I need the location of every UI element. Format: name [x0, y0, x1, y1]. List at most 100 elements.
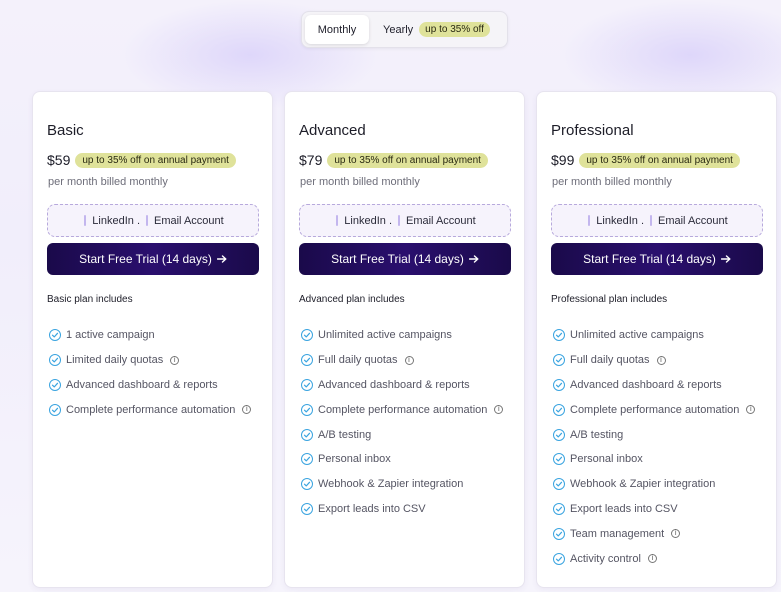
cta-label: Start Free Trial (14 days) [79, 252, 212, 266]
check-circle-icon [553, 527, 565, 540]
annual-discount-badge: up to 35% off on annual payment [579, 152, 740, 168]
info-icon[interactable]: i [746, 405, 756, 415]
feature-item: Complete performance automation i [49, 397, 252, 422]
billing-toggle: Monthly Yearly up to 35% off [301, 11, 508, 48]
check-circle-icon [553, 428, 565, 441]
info-icon[interactable]: i [494, 405, 504, 415]
feature-label: Personal inbox [318, 453, 391, 466]
cta-label: Start Free Trial (14 days) [331, 252, 464, 266]
feature-label: Activity control [570, 552, 641, 565]
feature-label: Complete performance automation [570, 403, 740, 416]
feature-item: Webhook & Zapier integration [301, 472, 503, 497]
linkedin-label: LinkedIn . [596, 214, 644, 227]
cta-label: Start Free Trial (14 days) [583, 252, 716, 266]
plan-card-professional: Professional $99 up to 35% off on annual… [536, 91, 777, 588]
plan-name: Professional [551, 122, 634, 139]
check-circle-icon [301, 378, 313, 391]
plan-includes-title: Advanced plan includes [299, 294, 405, 305]
feature-item: Limited daily quotas i [49, 348, 251, 373]
plan-card-advanced: Advanced $79 up to 35% off on annual pay… [284, 91, 525, 588]
info-icon[interactable]: i [170, 355, 180, 365]
email-account-label: Email Account [658, 214, 728, 227]
feature-item: Complete performance automation i [301, 397, 504, 422]
billing-period: per month billed monthly [48, 176, 168, 188]
check-circle-icon [301, 428, 313, 441]
feature-item: Unlimited active campaigns [301, 323, 503, 348]
email-account-label: Email Account [154, 214, 224, 227]
yearly-label: Yearly [383, 23, 414, 36]
info-icon[interactable]: i [404, 355, 414, 365]
feature-item: Unlimited active campaigns [553, 323, 755, 348]
plan-card-basic: Basic $59 up to 35% off on annual paymen… [32, 91, 273, 588]
check-circle-icon [553, 329, 565, 342]
price-row: $79 up to 35% off on annual payment [299, 152, 488, 168]
bar-icon [146, 215, 148, 226]
check-circle-icon [553, 478, 565, 491]
check-circle-icon [553, 354, 565, 367]
check-circle-icon [49, 354, 61, 367]
info-icon[interactable]: i [671, 529, 681, 539]
start-free-trial-button[interactable]: Start Free Trial (14 days) [551, 243, 763, 275]
feature-item: A/B testing [553, 422, 755, 447]
feature-label: Limited daily quotas [66, 354, 164, 367]
check-circle-icon [301, 502, 313, 515]
included-accounts: LinkedIn . Email Account [551, 204, 763, 237]
start-free-trial-button[interactable]: Start Free Trial (14 days) [299, 243, 511, 275]
check-circle-icon [301, 478, 313, 491]
feature-label: Export leads into CSV [318, 502, 426, 515]
feature-item: Full daily quotas i [301, 348, 503, 373]
feature-label: Advanced dashboard & reports [318, 378, 470, 391]
annual-discount-badge: up to 35% off on annual payment [327, 152, 488, 168]
billing-period: per month billed monthly [552, 176, 672, 188]
plan-includes-title: Basic plan includes [47, 294, 133, 305]
check-circle-icon [301, 453, 313, 466]
feature-label: Unlimited active campaigns [570, 329, 704, 342]
included-accounts: LinkedIn . Email Account [299, 204, 511, 237]
monthly-toggle-button[interactable]: Monthly [305, 15, 369, 44]
check-circle-icon [553, 378, 565, 391]
feature-item: Complete performance automation i [553, 397, 756, 422]
feature-item: 1 active campaign [49, 323, 251, 348]
check-circle-icon [49, 378, 61, 391]
bar-icon [336, 215, 339, 226]
feature-item: Personal inbox [553, 447, 755, 472]
feature-label: Advanced dashboard & reports [66, 378, 218, 391]
feature-label: Complete performance automation [66, 403, 236, 416]
bar-icon [650, 215, 652, 226]
plan-price: $79 [299, 152, 323, 168]
arrow-right-icon [720, 252, 731, 266]
plan-name: Basic [47, 122, 84, 139]
plan-name: Advanced [299, 122, 366, 139]
check-circle-icon [49, 329, 61, 342]
feature-label: Personal inbox [570, 453, 643, 466]
start-free-trial-button[interactable]: Start Free Trial (14 days) [47, 243, 259, 275]
yearly-toggle-button[interactable]: Yearly up to 35% off [369, 15, 490, 44]
bar-icon [84, 215, 87, 226]
feature-label: A/B testing [570, 428, 624, 441]
check-circle-icon [553, 552, 565, 565]
feature-item: Personal inbox [301, 447, 503, 472]
check-circle-icon [553, 453, 565, 466]
email-account-label: Email Account [406, 214, 476, 227]
info-icon[interactable]: i [647, 554, 657, 564]
price-row: $99 up to 35% off on annual payment [551, 152, 740, 168]
check-circle-icon [553, 403, 565, 416]
feature-list: Unlimited active campaigns Full daily qu… [553, 323, 756, 571]
plan-price: $99 [551, 152, 575, 168]
feature-item: Advanced dashboard & reports [301, 373, 503, 398]
feature-list: 1 active campaign Limited daily quotas i… [49, 323, 252, 422]
yearly-discount-badge: up to 35% off [419, 22, 490, 37]
feature-label: Complete performance automation [318, 403, 488, 416]
feature-item: Advanced dashboard & reports [49, 373, 251, 398]
plan-price: $59 [47, 152, 71, 168]
plan-includes-title: Professional plan includes [551, 294, 668, 305]
feature-item: Export leads into CSV [301, 497, 503, 522]
feature-label: Export leads into CSV [570, 502, 678, 515]
feature-label: Full daily quotas [570, 354, 650, 367]
feature-label: Advanced dashboard & reports [570, 378, 722, 391]
info-icon[interactable]: i [242, 405, 252, 415]
info-icon[interactable]: i [656, 355, 666, 365]
linkedin-label: LinkedIn . [344, 214, 392, 227]
feature-item: Advanced dashboard & reports [553, 373, 755, 398]
feature-label: Webhook & Zapier integration [318, 478, 464, 491]
